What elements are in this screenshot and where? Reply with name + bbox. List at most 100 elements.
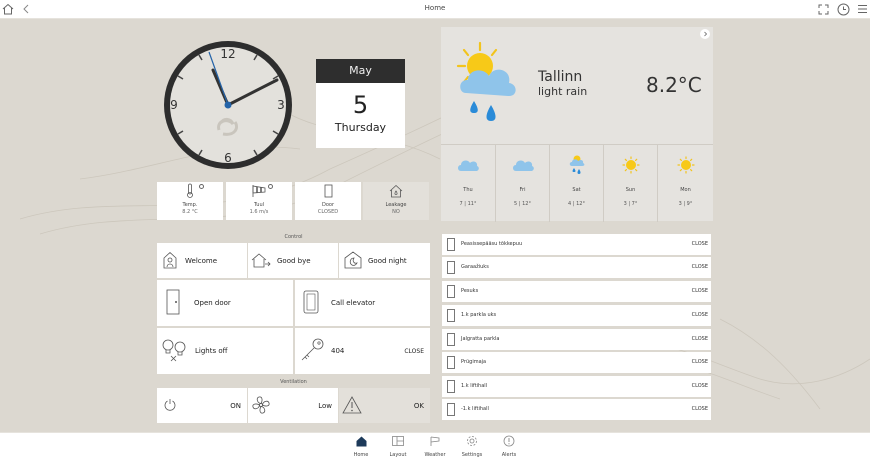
thermometer-icon	[186, 183, 194, 200]
call-elevator-label: Call elevator	[331, 299, 376, 307]
sensor-label: Temp.	[182, 202, 198, 208]
door-name: Garaažiuks	[461, 264, 489, 270]
forecast-day: Fri 5 | 12°	[495, 145, 549, 222]
door-icon	[447, 333, 455, 348]
forecast-day-temps: 5 | 12°	[514, 201, 531, 207]
ventilation-fan-level: Low	[318, 401, 332, 410]
door-row[interactable]: Peasissepääsu tõkkepuu CLOSE	[442, 234, 711, 255]
chevron-right-icon[interactable]	[700, 29, 710, 39]
fullscreen-icon[interactable]	[816, 2, 830, 16]
home-icon	[356, 436, 367, 449]
door-row[interactable]: 1.k liftihall CLOSE	[442, 376, 711, 397]
clock-number-6: 6	[224, 151, 232, 165]
apartment-label: 404	[331, 347, 345, 355]
sensor-value: 8.2 °C	[182, 209, 198, 215]
scene-goodbye-button[interactable]: Good bye	[248, 243, 338, 278]
nav-settings[interactable]: Settings	[452, 435, 492, 458]
door-row[interactable]: Garaažiuks CLOSE	[442, 257, 711, 278]
bottom-nav: Home Layout Weather Settings Alerts	[0, 432, 870, 460]
door-icon	[447, 380, 455, 395]
layout-icon	[392, 436, 404, 448]
top-bar: Home	[0, 0, 870, 19]
sensor-temp[interactable]: Temp. 8.2 °C	[157, 182, 223, 220]
fan-icon	[251, 395, 271, 417]
door-status: CLOSE	[691, 264, 708, 270]
ventilation-alarm-button[interactable]: OK	[339, 388, 430, 423]
apartment-status: CLOSE	[404, 347, 424, 355]
history-clock-icon[interactable]	[836, 2, 850, 16]
leak-house-icon	[389, 184, 403, 200]
lightbulbs-icon	[161, 338, 187, 364]
cloud-icon	[512, 158, 534, 174]
open-door-button[interactable]: Open door	[157, 280, 293, 326]
door-icon	[447, 261, 455, 276]
sensor-leakage[interactable]: Leakage NO	[363, 182, 429, 220]
door-name: Pesuks	[461, 288, 479, 294]
forecast-day-name: Sun	[625, 187, 636, 193]
scene-goodnight-button[interactable]: Good night	[339, 243, 430, 278]
door-name: Jalgratta parkla	[461, 336, 500, 342]
windsock-icon	[251, 184, 267, 200]
door-icon	[447, 403, 455, 418]
calendar-month: May	[316, 59, 405, 83]
door-row[interactable]: Pesuks CLOSE	[442, 281, 711, 302]
nav-layout[interactable]: Layout	[378, 435, 418, 458]
ventilation-power-button[interactable]: ON	[157, 388, 247, 423]
clock-number-9: 9	[170, 98, 178, 112]
door-name: Prügimaja	[461, 359, 487, 365]
open-door-label: Open door	[194, 299, 231, 307]
nav-weather[interactable]: Weather	[415, 435, 455, 458]
door-status: CLOSE	[691, 312, 708, 318]
nav-alerts[interactable]: Alerts	[489, 435, 529, 458]
nav-label: Alerts	[501, 452, 517, 458]
lights-off-button[interactable]: Lights off	[157, 328, 293, 374]
forecast-day: Mon 3 | 9°	[657, 145, 713, 222]
door-row[interactable]: -1.k liftihall CLOSE	[442, 399, 711, 420]
door-icon	[447, 356, 455, 371]
sun-cloud-rain-icon	[456, 41, 518, 131]
lights-label: Lights off	[195, 347, 228, 355]
page-title: Home	[424, 4, 446, 12]
door-name: -1.k liftihall	[461, 406, 489, 412]
analog-clock: 12 3 6 9	[164, 41, 292, 169]
sensor-door[interactable]: Door CLOSED	[295, 182, 361, 220]
door-status: CLOSE	[691, 241, 708, 247]
door-icon	[166, 289, 180, 317]
nav-home[interactable]: Home	[341, 435, 381, 458]
elevator-icon	[303, 290, 319, 316]
forecast-day: Thu 7 | 11°	[441, 145, 495, 222]
door-row[interactable]: 1.k parkla uks CLOSE	[442, 305, 711, 326]
door-row[interactable]: Jalgratta parkla CLOSE	[442, 329, 711, 350]
menu-icon[interactable]	[855, 2, 869, 16]
ventilation-power-status: ON	[230, 401, 241, 410]
apartment-lock-button[interactable]: 404 CLOSE	[295, 328, 430, 374]
power-icon	[163, 398, 177, 414]
forecast-day-name: Mon	[680, 187, 691, 193]
sensor-label: Door	[321, 202, 335, 208]
door-status: CLOSE	[691, 288, 708, 294]
forecast-day-temps: 3 | 9°	[678, 201, 693, 207]
nav-label: Weather	[424, 452, 446, 458]
cloud-icon	[457, 158, 479, 174]
scene-welcome-button[interactable]: Welcome	[157, 243, 247, 278]
ventilation-fan-button[interactable]: Low	[248, 388, 338, 423]
weather-icon	[429, 435, 441, 449]
control-section-title: Control	[284, 234, 303, 240]
forecast-day-temps: 4 | 12°	[568, 201, 585, 207]
door-status: CLOSE	[691, 383, 708, 389]
door-status: CLOSE	[691, 406, 708, 412]
background-wood-art	[19, 78, 870, 410]
door-name: 1.k liftihall	[461, 383, 488, 389]
forecast-day-name: Thu	[463, 187, 473, 193]
weather-condition: light rain	[538, 85, 588, 98]
forecast-day: Sat 4 | 12°	[549, 145, 603, 222]
door-icon	[447, 238, 455, 253]
sensor-wind[interactable]: Tuul 1.6 m/s	[226, 182, 292, 220]
person-home-icon	[163, 251, 177, 271]
door-row[interactable]: Prügimaja CLOSE	[442, 352, 711, 373]
key-icon	[299, 337, 325, 365]
call-elevator-button[interactable]: Call elevator	[295, 280, 430, 326]
weather-current[interactable]: Tallinn light rain 8.2°C	[441, 27, 713, 144]
door-icon	[447, 285, 455, 300]
forecast-day-temps: 3 | 7°	[623, 201, 638, 207]
